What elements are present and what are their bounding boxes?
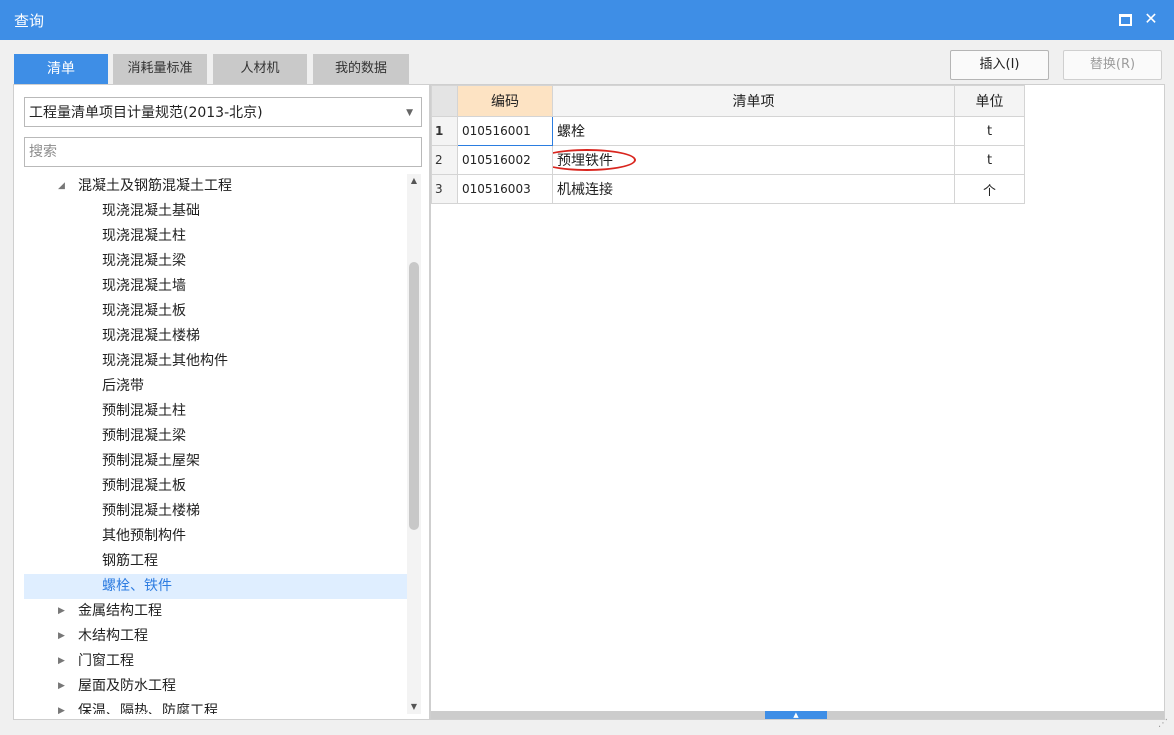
tree-item[interactable]: 预制混凝土柱 xyxy=(24,399,407,424)
unit-cell[interactable]: t xyxy=(954,116,1025,146)
item-name-cell[interactable]: 机械连接 xyxy=(552,174,955,204)
tree-item[interactable]: 现浇混凝土柱 xyxy=(24,224,407,249)
item-name-cell[interactable]: 螺栓 xyxy=(552,116,955,146)
item-name-text: 预埋铁件 xyxy=(557,153,613,169)
tree-item[interactable]: 现浇混凝土板 xyxy=(24,299,407,324)
tree-item[interactable]: ▶ 木结构工程 xyxy=(24,624,407,649)
row-number: 2 xyxy=(431,145,458,175)
tree-item[interactable]: ◢ 混凝土及钢筋混凝土工程 xyxy=(24,174,407,199)
expand-triangle-icon[interactable]: ▶ xyxy=(58,599,65,624)
scroll-down-icon[interactable]: ▼ xyxy=(407,700,421,714)
item-name-cell[interactable]: 预埋铁件 xyxy=(552,145,955,175)
category-tree: ◢ 混凝土及钢筋混凝土工程 现浇混凝土基础 现浇混凝土柱 现浇混凝土梁 现浇混凝土… xyxy=(24,174,407,714)
results-table: 编码 清单项 单位 1 010516001 螺栓 t 2 010516002 预… xyxy=(431,85,1025,204)
splitter-bar[interactable]: ▲ xyxy=(431,711,1164,719)
table-header-row: 编码 清单项 单位 xyxy=(431,85,1025,117)
tree-item[interactable]: 现浇混凝土墙 xyxy=(24,274,407,299)
tree-item[interactable]: ▶ 屋面及防水工程 xyxy=(24,674,407,699)
corner-cell xyxy=(431,85,458,117)
tab-labor-material-machine[interactable]: 人材机 xyxy=(213,54,307,84)
tree-item[interactable]: ▶ 金属结构工程 xyxy=(24,599,407,624)
tree-item[interactable]: 预制混凝土板 xyxy=(24,474,407,499)
results-panel: 编码 清单项 单位 1 010516001 螺栓 t 2 010516002 预… xyxy=(430,84,1165,720)
maximize-icon[interactable] xyxy=(1114,8,1136,30)
tab-consumption-standard[interactable]: 消耗量标准 xyxy=(113,54,207,84)
tree-item[interactable]: 现浇混凝土梁 xyxy=(24,249,407,274)
expand-triangle-icon[interactable]: ▶ xyxy=(58,624,65,649)
expand-triangle-icon[interactable]: ▶ xyxy=(58,649,65,674)
resize-grip-icon[interactable]: ⋰ xyxy=(1158,718,1170,730)
row-number: 1 xyxy=(431,116,458,146)
tree-item[interactable]: 预制混凝土楼梯 xyxy=(24,499,407,524)
unit-cell[interactable]: 个 xyxy=(954,174,1025,204)
column-header-unit[interactable]: 单位 xyxy=(954,85,1025,117)
unit-cell[interactable]: t xyxy=(954,145,1025,175)
tree-item[interactable]: 现浇混凝土楼梯 xyxy=(24,324,407,349)
tree-item[interactable]: ▶ 保温、隔热、防腐工程 xyxy=(24,699,407,714)
close-icon[interactable]: ✕ xyxy=(1140,8,1162,30)
scroll-thumb[interactable] xyxy=(409,262,419,530)
standard-select-value: 工程量清单项目计量规范(2013-北京) xyxy=(29,105,263,121)
scroll-up-icon[interactable]: ▲ xyxy=(407,174,421,188)
table-row[interactable]: 3 010516003 机械连接 个 xyxy=(431,174,1025,204)
tab-my-data[interactable]: 我的数据 xyxy=(313,54,409,84)
tree-item[interactable]: 其他预制构件 xyxy=(24,524,407,549)
tree-item[interactable]: 预制混凝土梁 xyxy=(24,424,407,449)
tree-item[interactable]: 钢筋工程 xyxy=(24,549,407,574)
window-title: 查询 xyxy=(14,12,45,30)
code-cell[interactable]: 010516002 xyxy=(457,145,553,175)
standard-select[interactable]: 工程量清单项目计量规范(2013-北京) ▼ xyxy=(24,97,422,127)
chevron-down-icon: ▼ xyxy=(406,108,413,118)
insert-button[interactable]: 插入(I) xyxy=(950,50,1049,80)
column-header-code[interactable]: 编码 xyxy=(457,85,553,117)
table-row[interactable]: 2 010516002 预埋铁件 t xyxy=(431,145,1025,175)
column-header-item[interactable]: 清单项 xyxy=(552,85,955,117)
expand-triangle-icon[interactable]: ▶ xyxy=(58,699,65,714)
search-input[interactable] xyxy=(24,137,422,167)
tree-item[interactable]: 现浇混凝土基础 xyxy=(24,199,407,224)
code-cell[interactable]: 010516001 xyxy=(457,116,553,146)
tree-scrollbar[interactable]: ▲ ▼ xyxy=(407,174,421,714)
tree-item[interactable]: 后浇带 xyxy=(24,374,407,399)
tree-item-selected[interactable]: 螺栓、铁件 xyxy=(24,574,407,599)
left-panel: 工程量清单项目计量规范(2013-北京) ▼ ◢混凝土及钢筋混凝土工程 现浇混凝… xyxy=(13,84,430,720)
replace-button[interactable]: 替换(R) xyxy=(1063,50,1162,80)
collapse-triangle-icon[interactable]: ◢ xyxy=(58,174,65,199)
title-bar: 查询 ✕ xyxy=(0,0,1174,40)
tab-qingdan[interactable]: 清单 xyxy=(14,54,108,84)
expand-triangle-icon[interactable]: ▶ xyxy=(58,674,65,699)
tree-item[interactable]: 预制混凝土屋架 xyxy=(24,449,407,474)
table-row[interactable]: 1 010516001 螺栓 t xyxy=(431,116,1025,146)
tree-item[interactable]: 现浇混凝土其他构件 xyxy=(24,349,407,374)
code-cell[interactable]: 010516003 xyxy=(457,174,553,204)
splitter-up-icon[interactable]: ▲ xyxy=(765,711,827,719)
row-number: 3 xyxy=(431,174,458,204)
tree-item[interactable]: ▶ 门窗工程 xyxy=(24,649,407,674)
